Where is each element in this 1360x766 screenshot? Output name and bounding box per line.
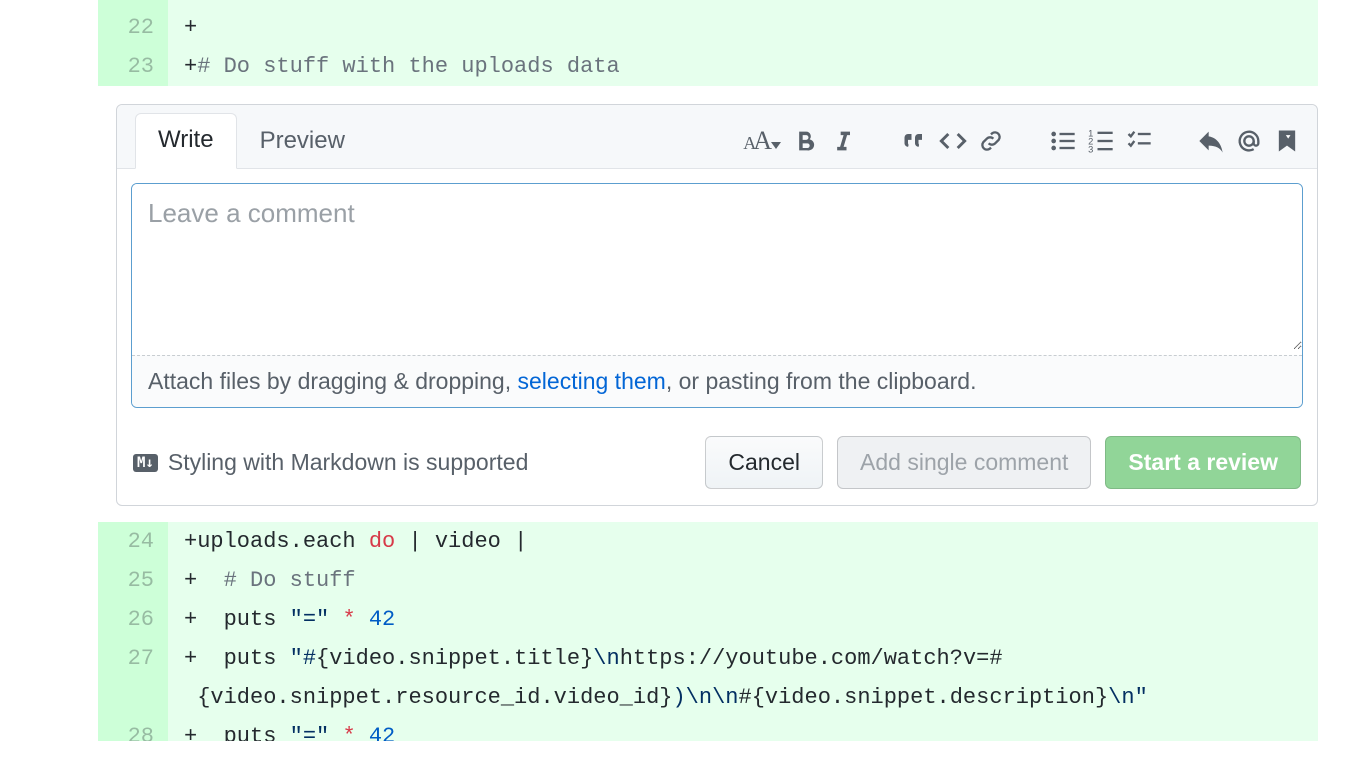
diff-line: end [98,0,1318,8]
add-single-comment-button[interactable]: Add single comment [837,436,1091,489]
comment-footer: M↓ Styling with Markdown is supported Ca… [117,422,1317,505]
unordered-list-icon[interactable] [1049,127,1077,155]
line-number: 26 [98,600,168,639]
diff-line: 23 +# Do stuff with the uploads data [98,47,1318,86]
line-content: end [168,0,1318,8]
line-number: 22 [98,8,168,47]
line-content: +# Do stuff with the uploads data [168,47,1318,86]
mention-icon[interactable] [1235,127,1263,155]
task-list-icon[interactable] [1125,127,1153,155]
diff-line: 25+ # Do stuff [98,561,1318,600]
diff-line: 28+ puts "=" * 42 [98,717,1318,741]
line-number [98,678,168,717]
diff-container: end 22 + 23 +# Do stuff with the uploads… [98,0,1318,741]
italic-icon[interactable] [829,127,857,155]
diff-line: {video.snippet.resource_id.video_id})\n\… [98,678,1318,717]
line-number: 25 [98,561,168,600]
diff-line: 24+uploads.each do | video | [98,522,1318,561]
line-number [98,0,168,8]
line-number: 27 [98,639,168,678]
bookmark-reference-icon[interactable] [1273,127,1301,155]
line-number: 24 [98,522,168,561]
attachment-hint[interactable]: Attach files by dragging & dropping, sel… [132,355,1302,407]
comment-body: Attach files by dragging & dropping, sel… [117,169,1317,422]
start-review-button[interactable]: Start a review [1105,436,1301,489]
diff-line: 27+ puts "#{video.snippet.title}\nhttps:… [98,639,1318,678]
line-number: 23 [98,47,168,86]
inline-comment-form: Write Preview AA 123 [116,104,1318,506]
select-files-link[interactable]: selecting them [518,368,666,394]
line-content: + puts "#{video.snippet.title}\nhttps://… [168,639,1318,678]
markdown-badge-icon: M↓ [133,454,158,472]
svg-text:3: 3 [1088,144,1093,154]
comment-textarea[interactable] [132,184,1302,350]
line-content: + # Do stuff [168,561,1318,600]
markdown-hint-text: Styling with Markdown is supported [168,449,529,476]
text-size-icon[interactable]: AA [743,127,781,155]
line-content: + [168,8,1318,47]
tab-write[interactable]: Write [135,113,237,169]
reply-icon[interactable] [1197,127,1225,155]
line-number: 28 [98,717,168,741]
line-content: + puts "=" * 42 [168,600,1318,639]
formatting-toolbar: AA 123 [705,127,1301,155]
line-content: +uploads.each do | video | [168,522,1318,561]
code-icon[interactable] [939,127,967,155]
ordered-list-icon[interactable]: 123 [1087,127,1115,155]
line-content: + puts "=" * 42 [168,717,1318,741]
line-content: {video.snippet.resource_id.video_id})\n\… [168,678,1318,717]
link-icon[interactable] [977,127,1005,155]
diff-line: 22 + [98,8,1318,47]
diff-line: 26+ puts "=" * 42 [98,600,1318,639]
tab-preview[interactable]: Preview [237,114,368,169]
comment-tabs: Write Preview AA 123 [117,105,1317,169]
markdown-hint[interactable]: M↓ Styling with Markdown is supported [133,449,528,476]
quote-icon[interactable] [901,127,929,155]
textarea-wrap: Attach files by dragging & dropping, sel… [131,183,1303,408]
bold-icon[interactable] [791,127,819,155]
cancel-button[interactable]: Cancel [705,436,823,489]
